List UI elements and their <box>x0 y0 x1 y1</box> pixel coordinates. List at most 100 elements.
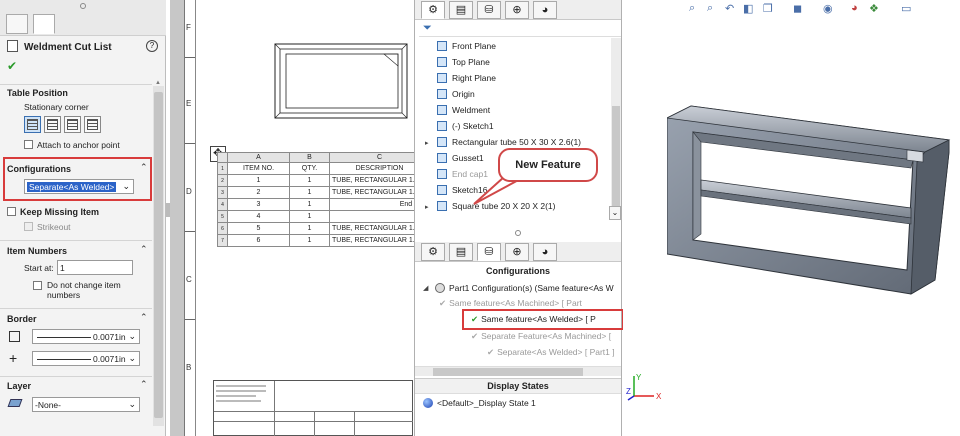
tree-item-label: Right Plane <box>452 73 496 83</box>
display-state-item[interactable]: <Default>_Display State 1 <box>437 398 536 408</box>
zoom-area-icon[interactable]: ⌕ <box>707 2 713 15</box>
item-number-cell[interactable]: 5 <box>227 222 290 235</box>
config-separate-machined[interactable]: ✔ Separate Feature<As Machined> [ <box>471 331 611 342</box>
chevron-down-icon[interactable]: ⌄ <box>609 206 621 220</box>
tab-feature-manager[interactable] <box>6 14 28 34</box>
new-feature-callout: New Feature <box>498 148 598 182</box>
tree-item[interactable]: Gusset1 <box>437 153 484 167</box>
chevron-up-icon[interactable]: ⌃ <box>140 379 148 390</box>
tab-dimxpert[interactable]: ⊕ <box>505 1 529 19</box>
config-same-machined[interactable]: ✔ Same feature<As Machined> [ Part <box>439 298 582 309</box>
view-orientation-icon[interactable]: ❐ <box>763 2 773 15</box>
corner-top-right-button[interactable] <box>44 116 61 133</box>
edit-appearance-icon[interactable]: ◕ <box>851 2 858 14</box>
table-row[interactable]: 6 5 1 TUBE, RECTANGULAR 1.9 <box>217 222 430 235</box>
tab-feature-tree[interactable]: ⚙ <box>421 1 445 19</box>
tab-display[interactable]: ◕ <box>533 243 557 261</box>
tree-item[interactable]: (-) Sketch1 <box>437 121 494 135</box>
table-row[interactable]: 4 3 1 End Cap <box>217 198 430 211</box>
tree-filter[interactable]: ⏷ <box>419 21 621 37</box>
tree-item[interactable]: Top Plane <box>437 57 490 71</box>
view-settings-icon[interactable]: ▭ <box>901 2 911 15</box>
tab-feature-tree[interactable]: ⚙ <box>421 243 445 261</box>
drawing-view-frame[interactable] <box>274 42 408 120</box>
item-number-cell[interactable]: 6 <box>227 234 290 247</box>
table-row[interactable]: 5 4 1 <box>217 210 430 223</box>
scene-icon[interactable]: ❖ <box>869 2 879 15</box>
display-style-icon[interactable]: ◼ <box>793 2 802 15</box>
tab-configuration[interactable]: ⛁ <box>477 1 501 19</box>
collapse-icon[interactable]: ◢ <box>423 284 428 292</box>
corner-top-left-button[interactable] <box>24 116 41 133</box>
strikeout-checkbox[interactable] <box>24 222 33 231</box>
panel-split-handle[interactable] <box>515 230 521 236</box>
attach-anchor-checkbox[interactable] <box>24 140 33 149</box>
tree-item[interactable]: Front Plane <box>437 41 496 55</box>
chevron-up-icon[interactable]: ⌃ <box>140 244 148 255</box>
item-number-cell[interactable]: 4 <box>227 210 290 223</box>
tab-property-manager[interactable] <box>33 14 55 34</box>
keep-missing-checkbox[interactable] <box>7 207 16 216</box>
tab-configuration[interactable]: ⛁ <box>477 243 501 261</box>
table-row[interactable]: 7 6 1 TUBE, RECTANGULAR 1.9 <box>217 234 430 247</box>
previous-view-icon[interactable]: ↶ <box>725 2 734 15</box>
item-number-cell[interactable]: 1 <box>227 174 290 187</box>
tree-item[interactable]: Right Plane <box>437 73 496 87</box>
qty-cell[interactable]: 1 <box>289 222 330 235</box>
column-letter[interactable]: B <box>289 152 330 163</box>
section-table-position[interactable]: Table Position <box>7 88 68 98</box>
tab-dimxpert[interactable]: ⊕ <box>505 243 529 261</box>
filter-icon[interactable]: ⏷ <box>423 22 432 35</box>
table-row[interactable]: 2 1 1 TUBE, RECTANGULAR 1.9 <box>217 174 430 187</box>
graphics-viewport[interactable]: ⌕ ⌕ ↶ ◧ ❐ ◼ ◉ ◕ ❖ ▭ <box>623 0 960 436</box>
column-header[interactable]: QTY. <box>289 162 330 175</box>
column-header[interactable]: ITEM NO. <box>227 162 290 175</box>
config-root[interactable]: ◢ Part1 Configuration(s) (Same feature<A… <box>423 283 614 293</box>
qty-cell[interactable]: 1 <box>289 186 330 199</box>
tab-display[interactable]: ◕ <box>533 1 557 19</box>
section-layer[interactable]: Layer <box>7 381 31 391</box>
column-letter[interactable]: A <box>227 152 290 163</box>
qty-cell[interactable]: 1 <box>289 210 330 223</box>
start-at-input[interactable]: 1 <box>57 260 133 275</box>
corner-bottom-right-button[interactable] <box>84 116 101 133</box>
ok-check-icon[interactable]: ✔ <box>7 59 17 73</box>
zoom-to-fit-icon[interactable]: ⌕ <box>689 2 695 15</box>
tree-item[interactable]: Origin <box>437 89 475 103</box>
tree-item-label: Origin <box>452 89 475 99</box>
tree-item[interactable]: Weldment <box>437 105 490 119</box>
do-not-change-checkbox[interactable] <box>33 281 42 290</box>
chevron-up-icon[interactable]: ⌃ <box>140 162 148 173</box>
qty-cell[interactable]: 1 <box>289 198 330 211</box>
config-horizontal-scrollbar[interactable] <box>415 366 621 376</box>
tab-property[interactable]: ▤ <box>449 1 473 19</box>
hide-show-icon[interactable]: ◉ <box>823 2 833 15</box>
section-configurations[interactable]: Configurations <box>7 164 71 174</box>
item-number-cell[interactable]: 3 <box>227 198 290 211</box>
configuration-select[interactable]: Separate<As Welded> ⌄ <box>24 179 134 194</box>
weldment-cut-list-table[interactable]: A B C 1 ITEM NO. QTY. DESCRIPTION 2 1 1 … <box>217 152 430 247</box>
property-manager-scrollbar[interactable]: ▲ <box>153 80 164 426</box>
config-separate-welded[interactable]: ✔ Separate<As Welded> [ Part1 ] <box>487 347 615 358</box>
chevron-up-icon[interactable]: ⌃ <box>140 312 148 323</box>
table-row[interactable]: 3 2 1 TUBE, RECTANGULAR 1.9 <box>217 186 430 199</box>
qty-cell[interactable]: 1 <box>289 174 330 187</box>
expand-icon[interactable]: ▸ <box>425 203 429 211</box>
feature-tree-scrollbar[interactable] <box>611 38 621 216</box>
section-keep-missing[interactable]: Keep Missing Item <box>20 207 99 217</box>
weldment-frame-model[interactable] <box>667 100 960 300</box>
corner-bottom-left-button[interactable] <box>64 116 81 133</box>
layer-select[interactable]: -None- ⌄ <box>32 397 140 412</box>
grid-border-select[interactable]: 0.0071in ⌄ <box>32 351 140 366</box>
box-border-select[interactable]: 0.0071in ⌄ <box>32 329 140 344</box>
panel-grip-icon[interactable] <box>80 3 86 9</box>
section-border[interactable]: Border <box>7 314 37 324</box>
item-number-cell[interactable]: 2 <box>227 186 290 199</box>
tab-property[interactable]: ▤ <box>449 243 473 261</box>
feature-icon <box>437 89 447 99</box>
qty-cell[interactable]: 1 <box>289 234 330 247</box>
help-icon[interactable]: ? <box>146 40 158 52</box>
expand-icon[interactable]: ▸ <box>425 139 429 147</box>
section-view-icon[interactable]: ◧ <box>743 2 753 15</box>
section-item-numbers[interactable]: Item Numbers <box>7 246 67 256</box>
